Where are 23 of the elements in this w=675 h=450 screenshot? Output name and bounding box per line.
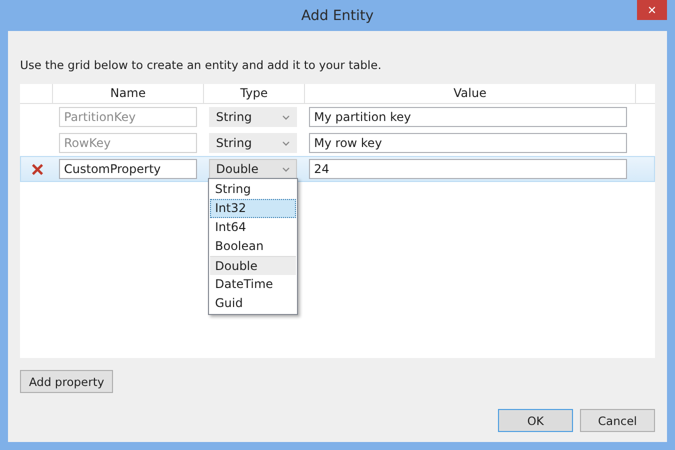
window-title: Add Entity	[301, 8, 374, 24]
dropdown-option[interactable]: String	[210, 180, 296, 199]
chevron-icon	[282, 114, 290, 120]
chevron-icon	[282, 166, 290, 172]
dropdown-option[interactable]: Guid	[210, 294, 296, 313]
dropdown-option[interactable]: Int32	[210, 199, 296, 218]
dropdown-option[interactable]: DateTime	[210, 275, 296, 294]
dropdown-option[interactable]: Double	[210, 256, 296, 275]
close-button[interactable]: ✕	[637, 0, 667, 20]
dialog-button[interactable]: OK	[498, 409, 573, 432]
name-field[interactable]: CustomProperty	[59, 159, 197, 179]
chevron-icon	[282, 140, 290, 146]
add-property-button[interactable]: Add property	[20, 370, 114, 393]
dialog-button[interactable]: Cancel	[580, 409, 655, 432]
column-header: Value	[304, 84, 635, 103]
column-header: Type	[203, 84, 304, 103]
value-field[interactable]: 24	[309, 159, 627, 179]
delete-icon[interactable]	[30, 162, 44, 176]
column-header: Name	[52, 84, 203, 103]
dropdown-option[interactable]: Int64	[210, 218, 296, 237]
dropdown-option[interactable]: Boolean	[210, 237, 296, 256]
type-dropdown[interactable]: Double	[209, 159, 297, 179]
instruction-text: Use the grid below to create an entity and add it to your table.	[20, 58, 382, 72]
